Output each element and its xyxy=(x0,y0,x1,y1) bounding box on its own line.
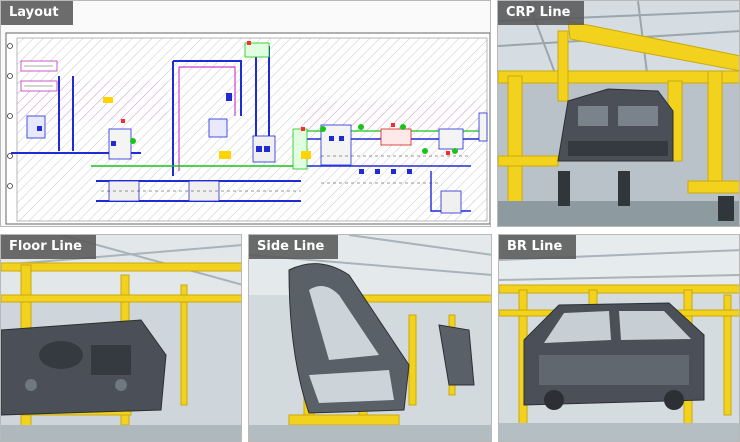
crp-line-label: CRP Line xyxy=(498,1,585,25)
side-line-label: Side Line xyxy=(249,235,339,259)
crp-line-photo xyxy=(498,1,739,226)
layout-panel: Layout xyxy=(0,0,491,227)
br-line-photo xyxy=(499,235,739,441)
layout-label: Layout xyxy=(1,1,73,25)
side-line-photo xyxy=(249,235,491,441)
crp-line-panel: CRP Line xyxy=(497,0,740,227)
br-line-label: BR Line xyxy=(499,235,577,259)
side-line-panel: Side Line xyxy=(248,234,492,442)
br-line-panel: BR Line xyxy=(498,234,740,442)
layout-drawing xyxy=(5,32,490,225)
floor-line-label: Floor Line xyxy=(1,235,96,259)
floor-line-panel: Floor Line xyxy=(0,234,242,442)
floor-line-photo xyxy=(1,235,241,441)
